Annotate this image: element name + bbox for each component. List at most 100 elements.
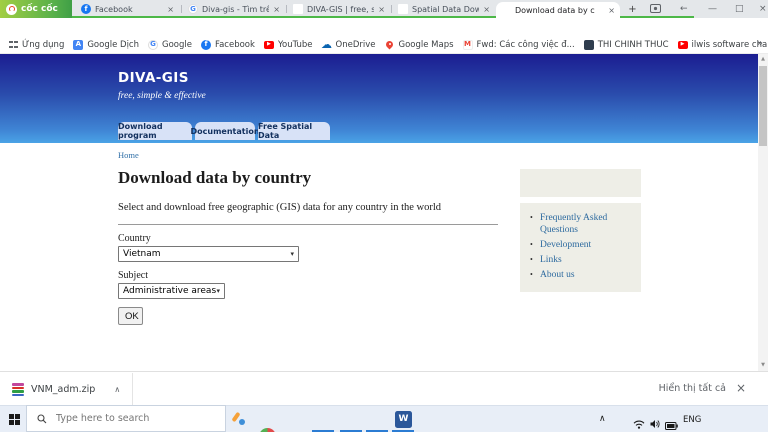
tab-spatial-data[interactable]: Spatial Data Downlo × — [393, 2, 495, 16]
browser-toolbar: ← → ⟳ diva-gis.org/gdata A ☆ ↓ — [0, 18, 768, 36]
search-input — [54, 412, 198, 425]
screen-capture-icon[interactable] — [650, 4, 661, 16]
tab-download-data-active[interactable]: Download data by c × — [496, 2, 620, 18]
winrar-archive-icon — [12, 383, 24, 396]
speaker-icon[interactable] — [650, 414, 661, 432]
battery-icon[interactable] — [665, 415, 678, 432]
site-header: DIVA-GIS free, simple & effective Downlo… — [0, 54, 758, 143]
google-favicon-icon: G — [188, 4, 198, 14]
taskbar-paint3d-icon[interactable] — [231, 411, 248, 428]
show-all-downloads-link[interactable]: Hiển thị tất cả — [659, 383, 726, 394]
sidebar-link-about-us[interactable]: About us — [540, 270, 575, 280]
facebook-favicon-icon: f — [81, 4, 91, 14]
sidebar-link-list: •Frequently Asked Questions •Development… — [520, 203, 641, 281]
download-bar: VNM_adm.zip ∧ Hiển thị tất cả × — [0, 371, 768, 405]
sidebar-links-box: •Frequently Asked Questions •Development… — [520, 203, 641, 292]
google-icon: G — [148, 40, 158, 50]
tab-label: Facebook — [95, 5, 163, 14]
tray-language-indicator[interactable]: ENG — [683, 415, 701, 425]
sidebar-empty-box — [520, 169, 641, 197]
list-item: •Frequently Asked Questions — [540, 212, 635, 236]
tab-label: Diva-gis - Tìm trên G — [202, 5, 269, 14]
tab-label: Spatial Data Downlo — [412, 5, 479, 14]
taskbar-word-icon[interactable]: W — [395, 411, 412, 428]
ok-button[interactable]: OK — [118, 307, 143, 325]
nav-tab-documentation[interactable]: Documentation — [195, 122, 255, 140]
page-intro: Select and download free geographic (GIS… — [118, 202, 441, 213]
taskbar-search[interactable] — [26, 405, 226, 432]
scroll-up-icon[interactable]: ▲ — [758, 56, 768, 62]
search-icon — [37, 414, 47, 424]
bookmark-thi-chinh-thuc[interactable]: THI CHINH THUC — [584, 40, 669, 50]
site-title: DIVA-GIS — [118, 70, 189, 86]
bookmark-apps[interactable]: Ứng dụng — [8, 40, 64, 50]
nav-tab-free-spatial-data[interactable]: Free Spatial Data — [258, 122, 330, 140]
divagis-favicon-icon — [398, 4, 408, 14]
tab-label: Download data by c — [515, 6, 604, 15]
windows-start-button[interactable] — [9, 414, 20, 425]
network-icon[interactable] — [633, 414, 645, 432]
country-select[interactable]: Vietnam ▾ — [118, 246, 299, 262]
site-tagline: free, simple & effective — [118, 91, 206, 101]
google-translate-icon: A — [73, 40, 83, 50]
page-title: Download data by country — [118, 168, 311, 188]
tab-diva-search[interactable]: G Diva-gis - Tìm trên G × — [183, 2, 285, 16]
sidebar-link-faq[interactable]: Frequently Asked Questions — [540, 213, 607, 235]
map-pin-icon — [384, 40, 394, 50]
bookmark-ilwis[interactable]: ▶ ilwis software chapte... — [678, 40, 768, 50]
download-item-menu-icon[interactable]: ∧ — [114, 385, 120, 394]
bookmarks-bar: Ứng dụng A Google Dịch G Google f Facebo… — [0, 36, 768, 54]
brand-name: cốc cốc — [21, 4, 58, 14]
chevron-down-icon: ▾ — [216, 287, 220, 295]
scrollbar-thumb[interactable] — [759, 66, 767, 146]
youtube-icon: ▶ — [264, 41, 274, 49]
download-bar-close-icon[interactable]: × — [736, 381, 746, 395]
apps-grid-icon — [8, 40, 18, 50]
tab-close-icon[interactable]: × — [608, 6, 615, 15]
window-maximize-button[interactable]: □ — [735, 4, 744, 14]
taskbar: W ∧ V ENG 2:35 SA 17/09/2021 1 — [0, 405, 768, 432]
window-close-button[interactable]: × — [759, 4, 767, 14]
facebook-icon: f — [201, 40, 211, 50]
taskbar-photos-icon[interactable] — [259, 428, 276, 432]
tab-close-icon[interactable]: × — [273, 5, 280, 14]
tab-close-icon[interactable]: × — [483, 5, 490, 14]
download-file-name: VNM_adm.zip — [31, 384, 95, 395]
divagis-favicon-icon — [501, 5, 511, 15]
tab-separator — [391, 5, 392, 13]
tab-close-icon[interactable]: × — [167, 5, 174, 14]
nav-tab-download-program[interactable]: Download program — [118, 122, 192, 140]
window-minimize-button[interactable]: — — [708, 4, 717, 14]
tray-show-hidden-icons[interactable]: ∧ — [599, 414, 606, 424]
tab-divagis-home[interactable]: DIVA-GIS | free, simpl × — [288, 2, 390, 16]
sidebar-link-links[interactable]: Links — [540, 255, 562, 265]
coccoc-crab-icon — [6, 4, 17, 15]
download-item-vnm-adm[interactable]: VNM_adm.zip ∧ — [0, 373, 133, 406]
list-item: •About us — [540, 269, 635, 281]
bullet-icon: • — [530, 212, 533, 224]
sidebar-link-development[interactable]: Development — [540, 240, 591, 250]
bullet-icon: • — [530, 239, 533, 251]
browser-window: cốc cốc f Facebook × G Diva-gis - Tìm tr… — [0, 0, 768, 432]
bookmark-google-maps[interactable]: Google Maps — [384, 40, 453, 50]
breadcrumb[interactable]: Home — [118, 150, 139, 160]
subject-label: Subject — [118, 270, 148, 281]
bookmark-gmail-fwd[interactable]: M Fwd: Các công việc đ... — [463, 40, 575, 50]
scroll-down-icon[interactable]: ▼ — [758, 362, 768, 368]
bookmark-youtube[interactable]: ▶ YouTube — [264, 40, 313, 50]
list-item: •Development — [540, 239, 635, 251]
bookmark-google-translate[interactable]: A Google Dịch — [73, 40, 139, 50]
bookmark-google[interactable]: G Google — [148, 40, 192, 50]
coccoc-logo[interactable]: cốc cốc — [0, 0, 72, 18]
tab-close-icon[interactable]: × — [378, 5, 385, 14]
onedrive-cloud-icon: ☁ — [322, 40, 332, 50]
new-tab-button[interactable]: + — [626, 3, 639, 16]
bookmark-facebook[interactable]: f Facebook — [201, 40, 255, 50]
bookmarks-overflow-chevron[interactable]: » — [757, 38, 763, 49]
arrow-left-icon[interactable]: ← — [680, 4, 688, 14]
bookmark-onedrive[interactable]: ☁ OneDrive — [322, 40, 376, 50]
tab-facebook[interactable]: f Facebook × — [76, 2, 179, 16]
chevron-down-icon: ▾ — [290, 250, 294, 258]
tab-separator — [286, 5, 287, 13]
subject-select[interactable]: Administrative areas ▾ — [118, 283, 225, 299]
